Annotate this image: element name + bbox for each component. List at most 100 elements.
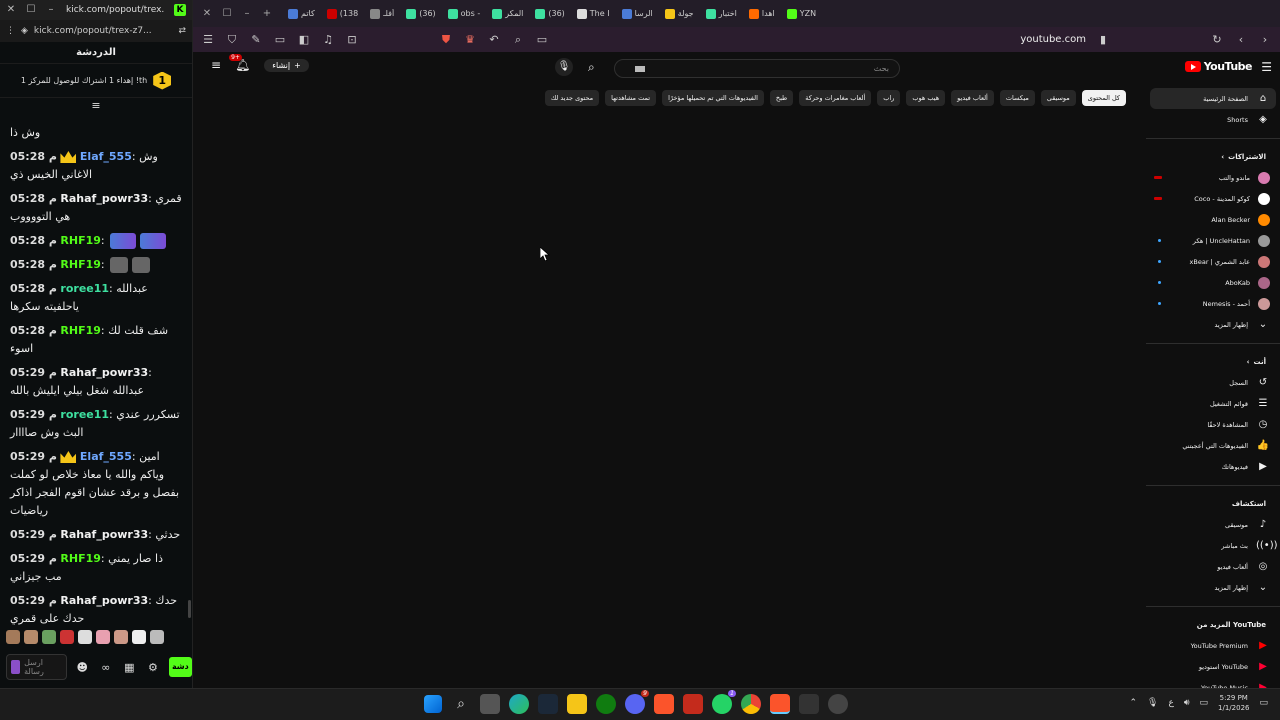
message-username[interactable]: Rahaf_powr33	[60, 528, 148, 541]
guide-item[interactable]: قوائم التشغيل ☰	[1146, 393, 1280, 414]
browser-tab[interactable]: جولة	[662, 8, 697, 19]
cast-icon[interactable]: ▭	[535, 33, 549, 46]
youtube-logo[interactable]: YouTube	[1184, 60, 1253, 73]
back-icon[interactable]: ‹	[1234, 33, 1248, 46]
emote[interactable]	[60, 630, 74, 644]
message-username[interactable]: Rahaf_powr33	[60, 192, 148, 205]
message-username[interactable]: RHF19	[60, 258, 101, 271]
maximize-icon[interactable]: ☐	[219, 8, 235, 19]
store-icon[interactable]: ▦	[122, 661, 138, 674]
account-menu-icon[interactable]: ≡	[211, 58, 221, 72]
guide-item[interactable]: AboKab	[1146, 272, 1280, 293]
search-icon[interactable]: ⌕	[511, 33, 525, 47]
filter-chip[interactable]: الفيديوهات التي تم تحميلها مؤخرًا	[662, 90, 764, 106]
guide-item[interactable]: المشاهدة لاحقًا ◷	[1146, 414, 1280, 435]
guide-item[interactable]: ماندو والتب	[1146, 167, 1280, 188]
steam-icon[interactable]	[538, 694, 558, 714]
message-username[interactable]: roree11	[60, 282, 109, 295]
network-icon[interactable]: ▭	[1200, 698, 1209, 708]
emoji-icon[interactable]: ☻	[75, 661, 91, 674]
brave-active-icon[interactable]	[770, 694, 790, 714]
guide-item[interactable]: فيديوهاتك ▶	[1146, 456, 1280, 477]
guide-item[interactable]: YouTube Premium ▶	[1146, 635, 1280, 656]
forward-icon[interactable]: ›	[1258, 33, 1272, 46]
emote[interactable]	[96, 630, 110, 644]
sidebar-menu-icon[interactable]: ☰	[201, 33, 215, 46]
browser-tab[interactable]: الرسا	[619, 8, 656, 19]
browser-tab[interactable]: (138	[324, 8, 361, 19]
search-input[interactable]: بحث	[614, 59, 900, 78]
show-more-button[interactable]: إظهار المزيد ⌄	[1146, 314, 1280, 335]
mic-icon[interactable]: 🎙︎	[1147, 698, 1158, 708]
gear-icon[interactable]: ⚙	[145, 661, 161, 674]
browser-tab[interactable]: (36)	[532, 8, 567, 19]
edge-icon[interactable]	[509, 694, 529, 714]
whatsapp-icon[interactable]: 1	[712, 690, 736, 714]
message-username[interactable]: RHF19	[60, 324, 101, 337]
adblock-icon[interactable]: ⛊	[439, 33, 453, 47]
guide-item[interactable]: موسيقى ♪	[1146, 514, 1280, 535]
guide-section-header[interactable]: ‹ الاشتراكات	[1146, 147, 1280, 167]
voice-search-icon[interactable]: 🎙︎	[555, 58, 573, 76]
guide-section-header[interactable]: ‹ أنت	[1146, 352, 1280, 372]
message-username[interactable]: Rahaf_powr33	[60, 366, 148, 379]
browser-tab[interactable]: اختبار	[703, 8, 740, 19]
filter-chip[interactable]: محتوى جديد لك	[544, 90, 600, 106]
message-username[interactable]: RHF19	[60, 234, 101, 247]
filter-chip[interactable]: ميكسات	[999, 90, 1035, 106]
filter-chip[interactable]: موسيقى	[1040, 90, 1076, 106]
emote[interactable]	[132, 630, 146, 644]
recording-app-icon[interactable]	[828, 694, 848, 714]
browser-tab[interactable]: أفلـ	[367, 8, 397, 19]
volume-icon[interactable]: 🔊︎	[1184, 698, 1190, 708]
chrome-icon[interactable]	[741, 694, 761, 714]
emote[interactable]	[6, 630, 20, 644]
emote[interactable]	[42, 630, 56, 644]
browser-tab[interactable]: obs -	[445, 8, 484, 19]
xbox-icon[interactable]	[596, 694, 616, 714]
browser-tab[interactable]: اهدا	[746, 8, 778, 19]
maximize-icon[interactable]: ☐	[26, 5, 36, 15]
minimize-icon[interactable]: –	[46, 5, 56, 15]
guide-item[interactable]: استوديو YouTube ▶	[1146, 656, 1280, 677]
music-icon[interactable]: ♫	[321, 33, 335, 46]
keyboard-icon[interactable]	[635, 65, 645, 72]
undo-icon[interactable]: ↶	[487, 33, 501, 46]
notifications-bell-icon[interactable]: 🔔︎ 9+	[229, 54, 250, 72]
filter-chip[interactable]: ألعاب مغامرات وحركة	[799, 90, 872, 106]
emote[interactable]	[150, 630, 164, 644]
message-username[interactable]: roree11	[60, 408, 109, 421]
filter-chip[interactable]: كل المحتوى	[1081, 90, 1126, 106]
emote[interactable]	[114, 630, 128, 644]
address-bar[interactable]: youtube.com	[1020, 34, 1086, 45]
tray-expand-icon[interactable]: ⌃	[1129, 698, 1137, 708]
guide-item[interactable]: السجل ↺	[1146, 372, 1280, 393]
shield-brave-icon[interactable]: ♛	[463, 33, 477, 46]
browser-tab[interactable]: المكر	[489, 8, 526, 19]
search-icon[interactable]: ⌕	[588, 60, 595, 75]
discord-icon[interactable]: 9	[625, 690, 649, 714]
message-username[interactable]: Elaf_555	[80, 150, 132, 163]
chat-url[interactable]: kick.com/popout/trex-z7...	[34, 26, 173, 36]
site-settings-icon[interactable]: ⇄	[178, 26, 186, 36]
create-button[interactable]: إنشاء +	[264, 58, 309, 72]
clock[interactable]: 5:29 PM 1/1/2026	[1218, 693, 1249, 713]
guide-item[interactable]: Shorts ◈	[1146, 109, 1280, 130]
guide-item[interactable]: بث مباشر ((•))	[1146, 535, 1280, 556]
message-username[interactable]: Rahaf_powr33	[60, 594, 148, 607]
pinned-banner[interactable]: إهداء 1 اشتراك للوصول للمركز 1 !th 1	[0, 64, 192, 98]
close-icon[interactable]: ✕	[199, 8, 215, 19]
new-tab-icon[interactable]: +	[259, 8, 275, 19]
infinity-icon[interactable]: ∞	[98, 661, 114, 674]
file-explorer-icon[interactable]	[567, 694, 587, 714]
search-icon[interactable]: ⌕	[451, 694, 471, 714]
send-button[interactable]: دشة	[168, 657, 193, 677]
guide-item[interactable]: هكر | UncleHattan	[1146, 230, 1280, 251]
extensions-icon[interactable]: ✎	[249, 33, 263, 46]
message-username[interactable]: RHF19	[60, 552, 101, 565]
shield-icon[interactable]: ⛉	[225, 33, 239, 47]
screenshot-icon[interactable]: ⊡	[345, 33, 359, 46]
shield-icon[interactable]: ◈	[21, 26, 28, 36]
show-more-button[interactable]: إظهار المزيد ⌄	[1146, 577, 1280, 598]
filter-chip[interactable]: طبخ	[769, 90, 794, 106]
